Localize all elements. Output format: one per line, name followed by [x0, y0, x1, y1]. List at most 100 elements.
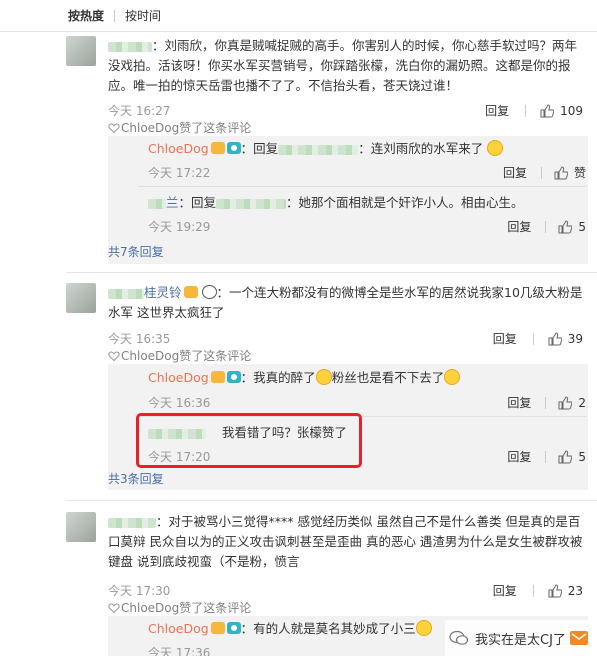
comment-divider — [66, 500, 597, 501]
like-count: 2 — [578, 395, 586, 410]
smile-emoji-icon — [315, 369, 332, 385]
reply-time: 今天 19:29 — [148, 220, 211, 234]
vip-badge-icon — [210, 622, 225, 634]
reply-button[interactable]: 回复 — [507, 218, 531, 235]
watermark: 我实在是太CJ了 — [445, 620, 597, 656]
action-divider — [532, 584, 534, 597]
reply-text: 兰：回复 ：她那个面相就是个奸诈小人。相由心生。 — [148, 194, 524, 212]
liked-note: ChloeDog赞了这条评论 — [108, 347, 251, 364]
action-divider — [540, 166, 542, 179]
liked-note: ChloeDog赞了这条评论 — [108, 599, 251, 616]
reply-body: ：有的人就是莫名其妙成了小三 — [240, 621, 416, 636]
avatar[interactable] — [66, 283, 96, 313]
heart-outline-icon — [108, 602, 120, 613]
comment-actions: 回复 23 — [493, 582, 583, 599]
reply-divider — [138, 186, 586, 187]
action-divider — [545, 220, 547, 233]
reply-prefix: ：回复 — [178, 195, 217, 210]
reply-prefix: ：回复 — [240, 141, 279, 156]
reply-time: 今天 17:36 — [148, 646, 211, 656]
reply-time: 今天 17:22 — [148, 166, 211, 180]
smile-emoji-icon — [415, 620, 432, 636]
more-replies-link[interactable]: 共3条回复 — [108, 470, 164, 487]
like-count: 109 — [560, 103, 583, 118]
reply-body-2: 粉丝也是看不下去了 — [331, 370, 445, 385]
comment-username[interactable]: 桂灵铃 — [144, 285, 182, 300]
reply-actions: 回复 5 — [507, 218, 586, 235]
liked-note-text: ChloeDog赞了这条评论 — [121, 121, 252, 135]
reply-button[interactable]: 回复 — [507, 394, 531, 411]
comment-body: ：对于被骂小三觉得**** 感觉经历类似 虽然自己不是什么善类 但是真的是百口莫… — [108, 514, 583, 569]
liked-note-text: ChloeDog赞了这条评论 — [121, 601, 252, 615]
camera-badge-icon — [226, 371, 241, 383]
sort-tabs: 按热度 按时间 — [0, 0, 597, 32]
comment-text: 桂灵铃 ：一个连大粉都没有的微博全是些水军的居然说我家10几级大粉是水军 这世界… — [108, 283, 583, 323]
reply-username[interactable]: ChloeDog — [148, 370, 209, 385]
like-thumb-icon[interactable] — [558, 219, 573, 234]
tab-divider — [114, 9, 116, 22]
liked-note: ChloeDog赞了这条评论 — [108, 119, 251, 136]
like-thumb-icon[interactable] — [558, 395, 573, 410]
like-count: 39 — [567, 331, 583, 346]
blurred-username[interactable] — [278, 144, 359, 155]
reply-button[interactable]: 回复 — [493, 582, 517, 599]
comment-time: 今天 16:27 — [108, 104, 171, 118]
comment-body: ：刘雨欣，你真是贼喊捉贼的高手。你害别人的时候，你心慈手软过吗？两年没戏拍。活该… — [108, 38, 578, 93]
comment-actions: 回复 39 — [493, 330, 583, 347]
reply-actions: 回复 2 — [507, 394, 586, 411]
blurred-username[interactable] — [108, 41, 152, 52]
vip-badge-icon — [183, 286, 198, 298]
action-divider — [545, 396, 547, 409]
blurred-username[interactable] — [216, 198, 287, 209]
tab-sort-time[interactable]: 按时间 — [125, 7, 171, 24]
reply-actions: 回复 5 — [507, 448, 586, 465]
like-label: 赞 — [573, 166, 586, 180]
action-divider — [525, 104, 527, 117]
smile-emoji-icon — [487, 140, 504, 156]
tab-sort-hot[interactable]: 按热度 — [68, 7, 114, 24]
avatar[interactable] — [66, 36, 96, 66]
reply-username[interactable]: ChloeDog — [148, 141, 209, 156]
heart-outline-icon — [108, 122, 120, 133]
reply-username[interactable]: 兰 — [166, 195, 179, 210]
reply-button[interactable]: 回复 — [485, 102, 509, 119]
comment-time: 今天 16:35 — [108, 332, 171, 346]
wechat-icon — [449, 630, 469, 645]
reply-button[interactable]: 回复 — [507, 448, 531, 465]
mail-icon[interactable] — [569, 631, 588, 645]
comment-actions: 回复 109 — [485, 102, 583, 119]
blurred-username[interactable] — [108, 517, 156, 528]
like-thumb-icon[interactable] — [540, 103, 555, 118]
action-divider — [532, 332, 534, 345]
reply-body: ：她那个面相就是个奸诈小人。相由心生。 — [286, 195, 524, 210]
smile-emoji-icon — [444, 369, 461, 385]
vip-badge-icon — [210, 371, 225, 383]
like-thumb-icon[interactable] — [548, 583, 562, 598]
reply-text: ChloeDog ：我真的醉了 粉丝也是看不下去了 — [148, 369, 461, 387]
comment-divider — [66, 272, 597, 273]
like-thumb-icon[interactable] — [554, 165, 568, 180]
reply-time: 今天 16:36 — [148, 396, 211, 410]
blurred-username[interactable] — [108, 288, 144, 299]
reply-text: ChloeDog ：有的人就是莫名其妙成了小三 — [148, 620, 432, 638]
reply-button[interactable]: 回复 — [493, 330, 517, 347]
reply-username[interactable]: ChloeDog — [148, 621, 209, 636]
camera-badge-icon — [226, 142, 241, 154]
like-thumb-icon[interactable] — [558, 449, 573, 464]
blurred-username[interactable] — [148, 198, 166, 209]
liked-note-text: ChloeDog赞了这条评论 — [121, 349, 252, 363]
replies-panel: ChloeDog ：回复 ：连刘雨欣的水军来了 今天 17:22 回复 赞 兰：回复… — [108, 136, 588, 264]
more-replies-link[interactable]: 共7条回复 — [108, 243, 164, 260]
action-divider — [545, 450, 547, 463]
comment-text: ：对于被骂小三觉得**** 感觉经历类似 虽然自己不是什么善类 但是真的是百口莫… — [108, 512, 583, 572]
panda-emoji-icon — [201, 285, 217, 299]
reply-button[interactable]: 回复 — [503, 164, 527, 181]
like-count: 23 — [567, 583, 583, 598]
reply-text: ChloeDog ：回复 ：连刘雨欣的水军来了 — [148, 140, 504, 158]
avatar[interactable] — [66, 512, 96, 542]
like-count: 5 — [578, 219, 586, 234]
vip-badge-icon — [210, 142, 225, 154]
like-thumb-icon[interactable] — [548, 331, 562, 346]
comment-text: ：刘雨欣，你真是贼喊捉贼的高手。你害别人的时候，你心慈手软过吗？两年没戏拍。活该… — [108, 36, 583, 96]
camera-badge-icon — [226, 622, 241, 634]
